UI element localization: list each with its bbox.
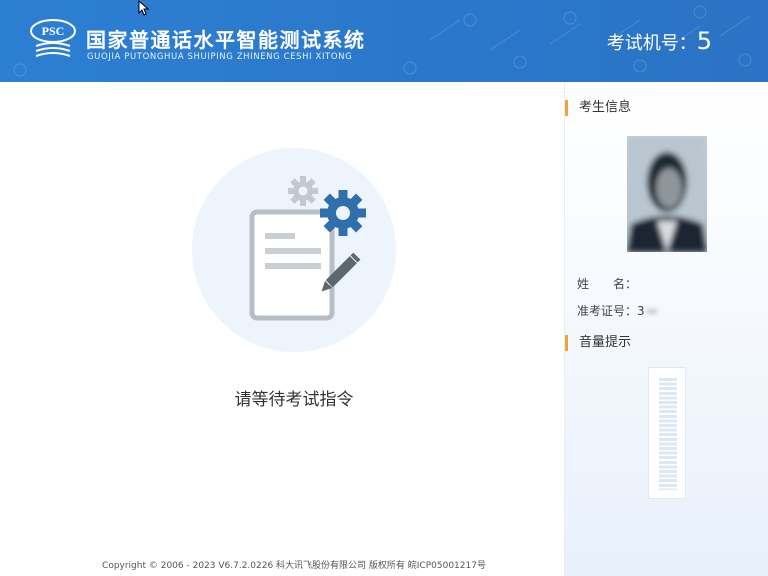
avatar: [627, 136, 707, 252]
candidate-info-title: 考生信息: [565, 100, 631, 116]
header-bar: PSC 国家普通话水平智能测试系统 GUOJIA PUTONGHUA SHUIP…: [0, 0, 768, 82]
volume-hint-title: 音量提示: [565, 335, 631, 351]
gear-icon: [288, 176, 318, 206]
ticket-number-row: 准考证号：3: [577, 302, 657, 319]
candidate-photo: [627, 136, 707, 252]
machine-number-display: 考试机号：5: [607, 27, 712, 55]
copyright-footer: Copyright © 2006 - 2023 V6.7.2.0226 科大讯飞…: [102, 561, 486, 571]
document-icon: [249, 209, 335, 321]
sidebar-panel: 考生信息 姓 名： 准考证号：3 音量提示: [564, 82, 768, 576]
ticket-value-blur: [646, 309, 657, 314]
app-title: 国家普通话水平智能测试系统: [86, 28, 366, 52]
app-subtitle: GUOJIA PUTONGHUA SHUIPING ZHINENG CESHI …: [87, 52, 353, 62]
volume-level-bar: [659, 378, 677, 490]
machine-number-value: 5: [696, 27, 712, 55]
wait-instruction-message: 请等待考试指令: [234, 390, 354, 410]
main-panel: 请等待考试指令 Copyright © 2006 - 2023 V6.7.2.0…: [0, 82, 564, 576]
volume-meter: [648, 367, 686, 499]
cursor-icon: [138, 0, 150, 16]
logo-text: PSC: [42, 24, 65, 38]
ticket-label: 准考证号：: [577, 304, 638, 318]
machine-number-label: 考试机号：: [606, 33, 697, 54]
gear-icon: [320, 190, 366, 236]
psc-logo-icon: PSC: [30, 19, 76, 57]
candidate-name-row: 姓 名：: [577, 275, 637, 292]
ticket-value: 3: [637, 304, 645, 318]
waiting-illustration: [249, 176, 366, 321]
name-label: 姓 名：: [577, 277, 638, 291]
